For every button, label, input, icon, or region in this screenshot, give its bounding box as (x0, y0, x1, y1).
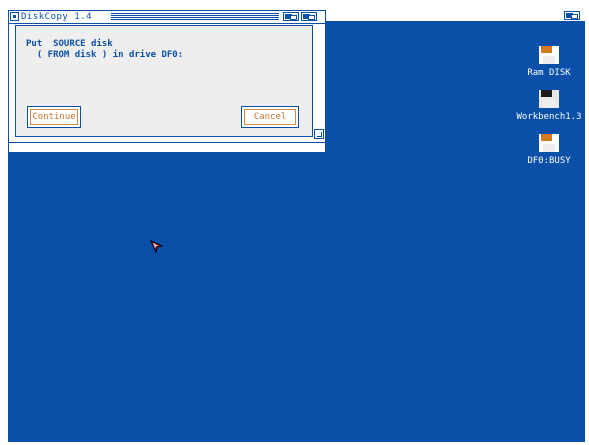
workbench-screen: DiskCopy 1.4 Put SOURCE disk ( FROM disk… (8, 10, 585, 442)
window-bottom-border (9, 142, 325, 152)
close-gadget-icon[interactable] (10, 12, 19, 21)
icon-label: Workbench1.3 (516, 112, 582, 122)
window-zoom-gadget-icon[interactable] (301, 12, 317, 21)
continue-button[interactable]: Continue (27, 106, 81, 128)
cancel-button[interactable]: Cancel (241, 106, 299, 128)
prompt-line-1: Put SOURCE disk (26, 39, 113, 49)
ram-disk-icon (539, 46, 559, 64)
window-title-bar[interactable]: DiskCopy 1.4 (9, 11, 325, 24)
requester-panel: Put SOURCE disk ( FROM disk ) in drive D… (15, 25, 313, 137)
prompt-line-2: ( FROM disk ) in drive DF0: (26, 50, 184, 60)
screen-depth-gadget-icon[interactable] (564, 11, 580, 20)
floppy-disk-icon (539, 134, 559, 152)
size-gadget-icon[interactable] (314, 129, 324, 139)
window-depth-gadget-icon[interactable] (283, 12, 299, 21)
icon-label: DF0:BUSY (527, 156, 571, 166)
window-title: DiskCopy 1.4 (21, 12, 93, 22)
workbench-disk-icon (539, 90, 559, 108)
title-drag-bar[interactable] (111, 13, 279, 20)
icon-label: Ram DISK (527, 68, 571, 78)
diskcopy-window: DiskCopy 1.4 Put SOURCE disk ( FROM disk… (8, 10, 326, 153)
mouse-pointer-icon (150, 240, 164, 254)
